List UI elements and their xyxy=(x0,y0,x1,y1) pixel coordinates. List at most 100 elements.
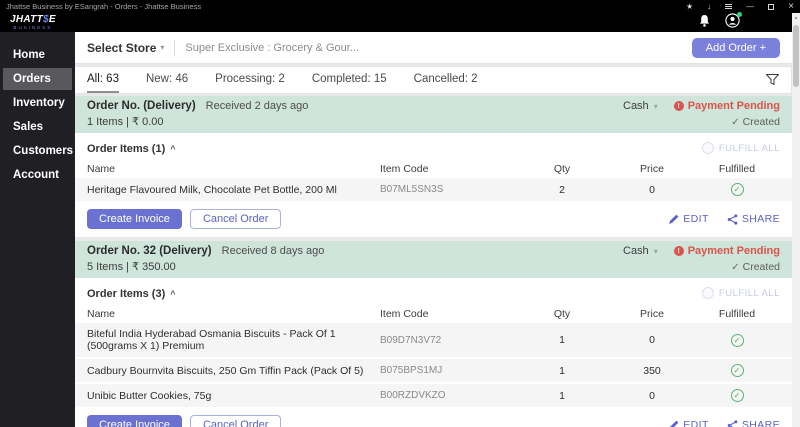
create-invoice-button[interactable]: Create Invoice xyxy=(87,209,182,229)
pencil-icon xyxy=(669,214,679,224)
profile-avatar-icon[interactable] xyxy=(725,13,740,33)
item-code: B00RZDVKZO xyxy=(380,390,520,401)
col-qty: Qty xyxy=(520,308,610,320)
edit-order-link[interactable]: EDIT xyxy=(669,419,709,427)
fulfilled-check-icon[interactable]: ✓ xyxy=(731,334,744,347)
fulfill-all-checkbox[interactable] xyxy=(702,287,714,299)
maximize-button[interactable] xyxy=(768,4,774,10)
page-scrollbar[interactable]: ▴ xyxy=(792,13,800,427)
order-item-row: Heritage Flavoured Milk, Chocolate Pet B… xyxy=(75,178,792,201)
fulfill-all-toggle[interactable]: FULFILL ALL xyxy=(702,287,780,299)
cancel-order-button[interactable]: Cancel Order xyxy=(190,415,281,427)
order-status-tabs: All: 63 New: 46 Processing: 2 Completed:… xyxy=(75,66,792,94)
col-item-code: Item Code xyxy=(380,308,520,320)
tab-processing[interactable]: Processing: 2 xyxy=(215,67,285,93)
order-item-row: Unibic Butter Cookies, 75g B00RZDVKZO 1 … xyxy=(75,384,792,407)
collapse-caret-icon[interactable]: ^ xyxy=(170,289,175,299)
tab-all[interactable]: All: 63 xyxy=(87,67,119,93)
item-name: Cadbury Bournvita Biscuits, 250 Gm Tiffi… xyxy=(87,365,380,377)
minimize-button[interactable]: — xyxy=(746,2,754,11)
order-items-title[interactable]: Order Items (3) xyxy=(87,288,165,300)
item-qty: 1 xyxy=(520,365,610,377)
browser-menu-icon[interactable] xyxy=(725,4,732,9)
chevron-down-icon: ▾ xyxy=(654,247,658,256)
sidebar-item-home[interactable]: Home xyxy=(3,44,72,66)
item-qty: 1 xyxy=(520,390,610,402)
chevron-down-icon: ▾ xyxy=(160,43,164,52)
collapse-caret-icon[interactable]: ^ xyxy=(170,144,175,154)
order-title: Order No. 32 (Delivery) xyxy=(87,245,212,257)
tab-completed[interactable]: Completed: 15 xyxy=(312,67,387,93)
filter-icon[interactable] xyxy=(766,74,779,86)
sidebar-item-customers[interactable]: Customers xyxy=(3,140,72,162)
order-header-band: Order No. (Delivery) Received 2 days ago… xyxy=(75,96,792,133)
item-price: 350 xyxy=(610,365,700,377)
sidebar-item-sales[interactable]: Sales xyxy=(3,116,72,138)
order-status: Created xyxy=(743,116,780,128)
brand-suffix: E xyxy=(49,14,56,25)
select-store-dropdown[interactable]: Select Store xyxy=(87,41,156,55)
cancel-order-button[interactable]: Cancel Order xyxy=(190,209,281,229)
check-icon: ✓ xyxy=(731,117,739,128)
col-name: Name xyxy=(87,163,380,175)
divider xyxy=(174,40,175,56)
col-price: Price xyxy=(610,308,700,320)
create-invoice-button[interactable]: Create Invoice xyxy=(87,415,182,427)
fulfilled-check-icon[interactable]: ✓ xyxy=(731,183,744,196)
chevron-down-icon: ▾ xyxy=(654,102,658,111)
payment-status: Payment Pending xyxy=(688,245,780,257)
tab-cancelled[interactable]: Cancelled: 2 xyxy=(414,67,478,93)
items-table-header: Name Item Code Qty Price Fulfilled xyxy=(75,305,792,323)
order-header-band: Order No. 32 (Delivery) Received 8 days … xyxy=(75,241,792,278)
sidebar-nav: Home Orders Inventory Sales Customers Ac… xyxy=(0,32,75,427)
current-store-name: Super Exclusive : Grocery & Gour... xyxy=(185,42,359,54)
sidebar-item-orders[interactable]: Orders xyxy=(3,68,72,90)
share-order-link[interactable]: SHARE xyxy=(727,213,780,225)
col-price: Price xyxy=(610,163,700,175)
order-items-title[interactable]: Order Items (1) xyxy=(87,143,165,155)
payment-method-dropdown[interactable]: Cash xyxy=(623,100,649,112)
store-bar: Select Store ▾ Super Exclusive : Grocery… xyxy=(75,32,792,64)
order-actions: Create Invoice Cancel Order EDIT SHARE xyxy=(75,409,792,427)
item-price: 0 xyxy=(610,334,700,346)
order-item-row: Biteful India Hyderabad Osmania Biscuits… xyxy=(75,323,792,357)
col-name: Name xyxy=(87,308,380,320)
item-code: B07ML5SN3S xyxy=(380,184,520,195)
brand-tagline: BUSINESS xyxy=(10,26,56,31)
close-button[interactable]: × xyxy=(788,2,794,11)
scroll-up-arrow-icon[interactable]: ▴ xyxy=(792,13,800,23)
order-summary: 1 Items | ₹ 0.00 xyxy=(87,115,308,128)
payment-alert-icon: ! xyxy=(674,101,684,111)
items-table-header: Name Item Code Qty Price Fulfilled xyxy=(75,160,792,178)
item-name: Heritage Flavoured Milk, Chocolate Pet B… xyxy=(87,184,380,196)
header-actions xyxy=(698,13,786,33)
notifications-bell-icon[interactable] xyxy=(698,14,711,33)
fulfill-all-checkbox[interactable] xyxy=(702,142,714,154)
order-actions: Create Invoice Cancel Order EDIT SHARE xyxy=(75,203,792,237)
bookmark-star-icon[interactable]: ★ xyxy=(686,2,693,11)
item-code: B075BPS1MJ xyxy=(380,365,520,376)
scrollbar-thumb[interactable] xyxy=(793,25,799,87)
online-status-dot xyxy=(737,12,742,17)
sidebar-item-account[interactable]: Account xyxy=(3,164,72,186)
edit-order-link[interactable]: EDIT xyxy=(669,213,709,225)
brand-prefix: JHATT xyxy=(10,14,43,25)
tab-new[interactable]: New: 46 xyxy=(146,67,188,93)
payment-method-dropdown[interactable]: Cash xyxy=(623,245,649,257)
fulfilled-check-icon[interactable]: ✓ xyxy=(731,364,744,377)
fulfilled-check-icon[interactable]: ✓ xyxy=(731,389,744,402)
item-qty: 2 xyxy=(520,184,610,196)
share-icon xyxy=(727,420,738,427)
brand-logo: JHATT$E BUSINESS xyxy=(10,15,56,31)
sidebar-item-inventory[interactable]: Inventory xyxy=(3,92,72,114)
share-icon xyxy=(727,214,738,225)
order-summary: 5 Items | ₹ 350.00 xyxy=(87,260,324,273)
fulfill-all-toggle[interactable]: FULFILL ALL xyxy=(702,142,780,154)
download-icon[interactable]: ↓ xyxy=(707,2,711,11)
item-price: 0 xyxy=(610,390,700,402)
item-name: Biteful India Hyderabad Osmania Biscuits… xyxy=(87,328,380,352)
share-order-link[interactable]: SHARE xyxy=(727,419,780,427)
add-order-button[interactable]: Add Order + xyxy=(692,38,780,58)
order-item-row: Cadbury Bournvita Biscuits, 250 Gm Tiffi… xyxy=(75,359,792,382)
item-price: 0 xyxy=(610,184,700,196)
